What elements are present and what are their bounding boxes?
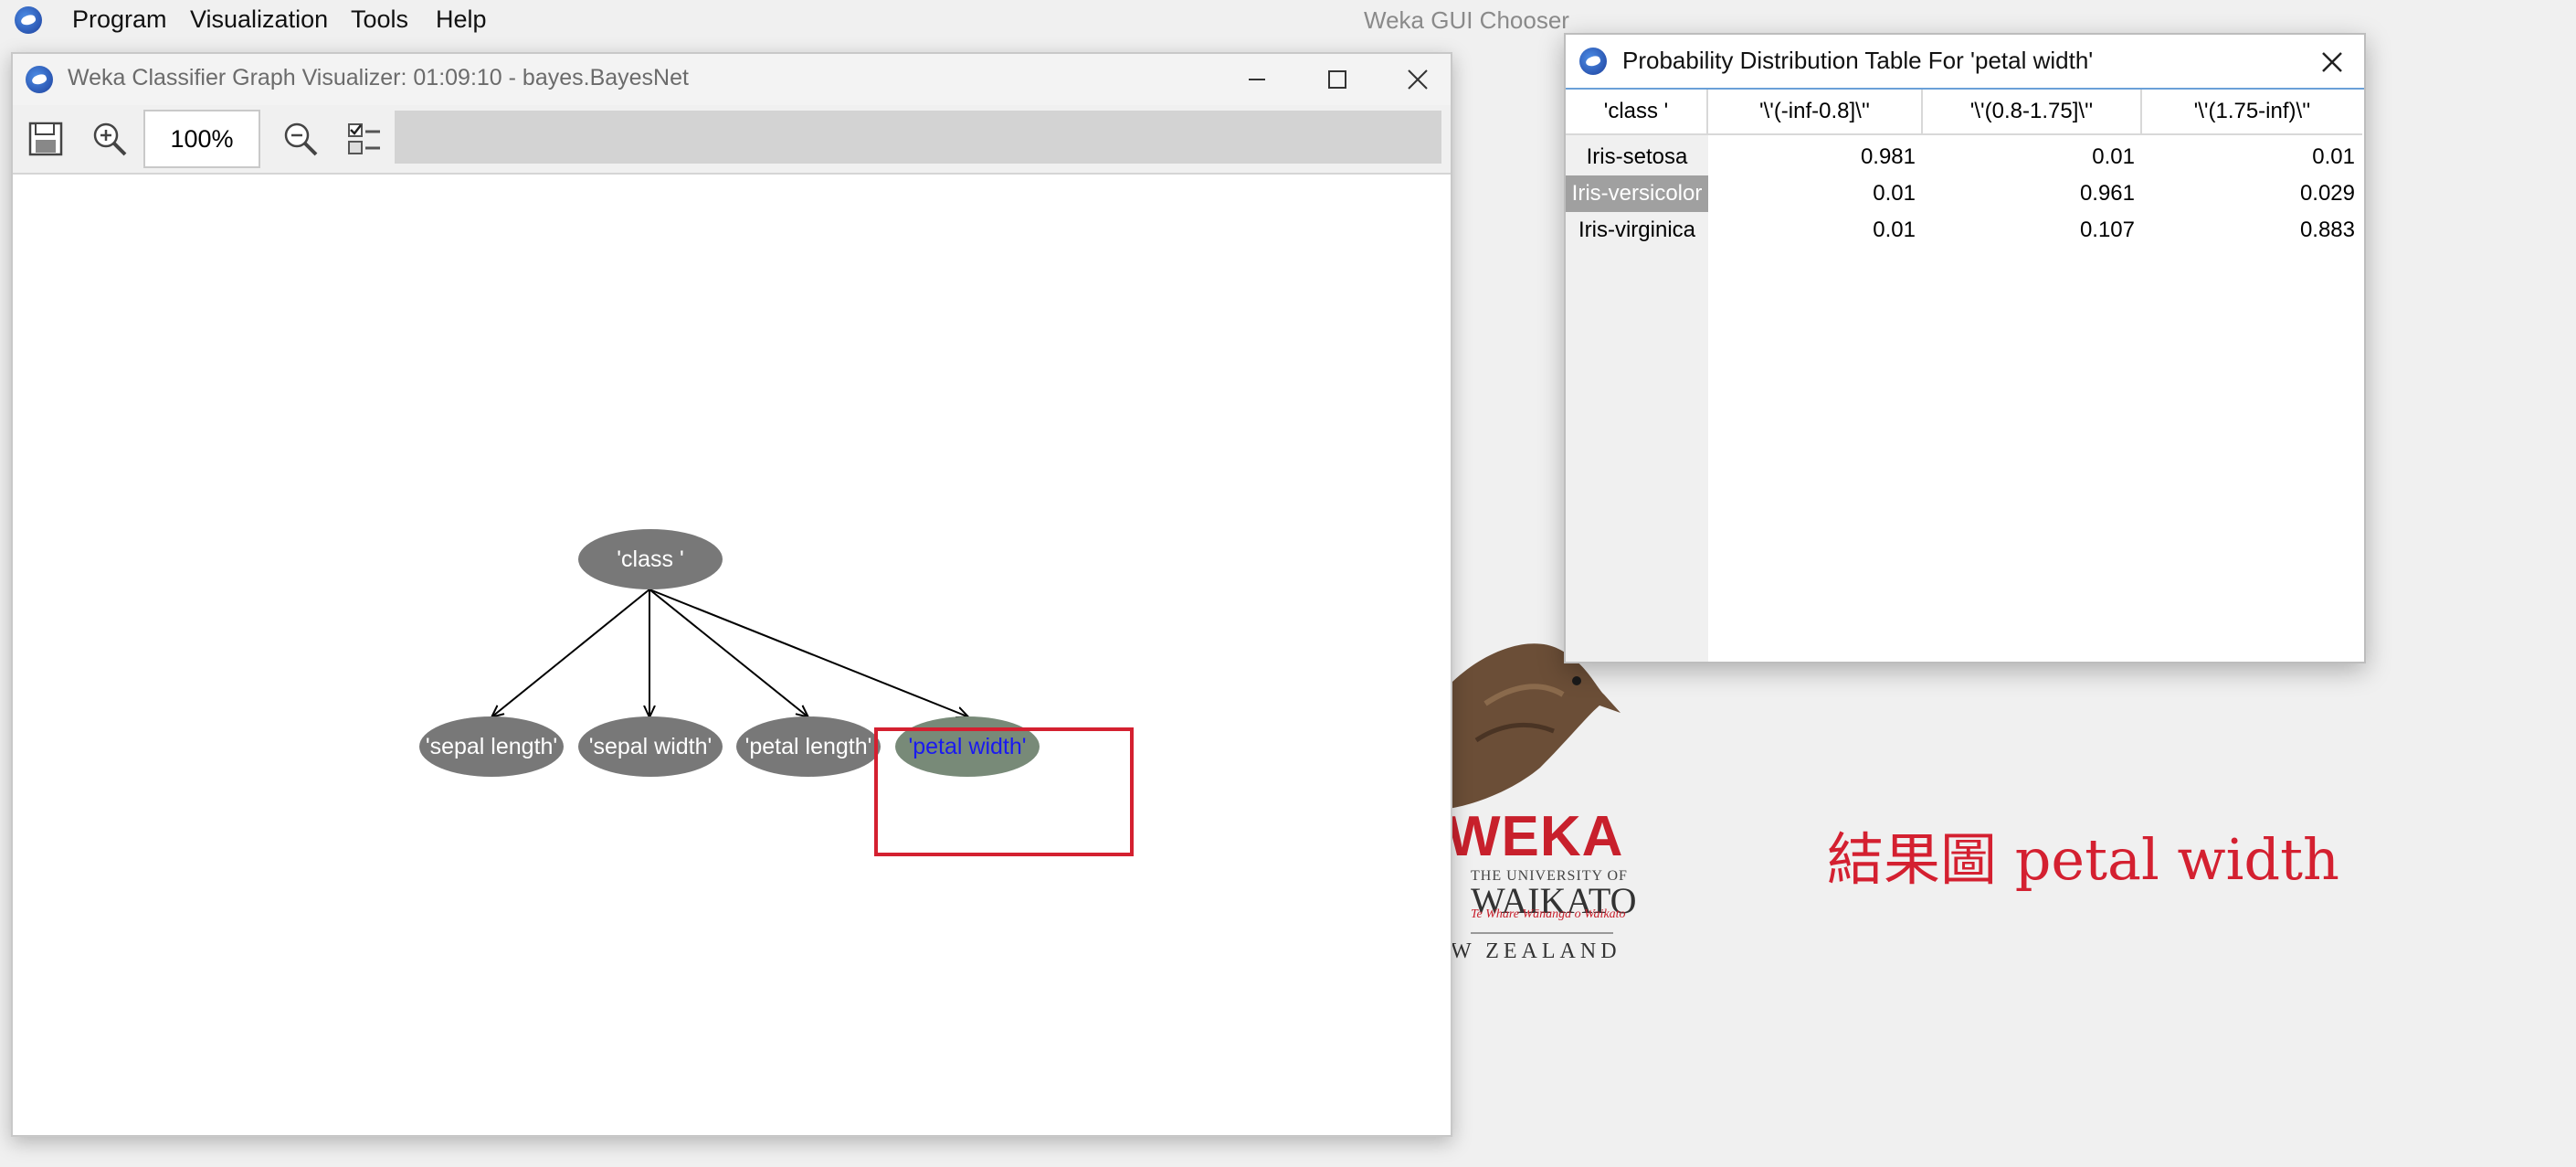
weka-window-icon <box>26 66 53 93</box>
graph-visualizer-window: Weka Classifier Graph Visualizer: 01:09:… <box>11 52 1452 1137</box>
zoom-in-icon <box>93 122 127 156</box>
zoom-out-button[interactable] <box>277 114 324 164</box>
row-header-setosa[interactable]: Iris-setosa <box>1566 139 1708 175</box>
prob-window-title: Probability Distribution Table For 'peta… <box>1622 47 2094 74</box>
maximize-button[interactable] <box>1310 59 1365 100</box>
graph-edges <box>13 589 1451 1133</box>
minimize-button[interactable] <box>1230 59 1284 100</box>
table-header-bin-1[interactable]: '\'(-inf-0.8]\'' <box>1708 90 1923 135</box>
table-cell[interactable]: 0.961 <box>1923 175 2142 212</box>
menu-tools[interactable]: Tools <box>351 5 408 34</box>
prob-close-button[interactable] <box>2309 42 2355 82</box>
motto-text: Te Whare Wānanga o Waikato <box>1471 907 1626 921</box>
layout-options-icon <box>348 123 380 154</box>
graph-toolbar: 100% <box>13 105 1451 175</box>
prob-window-titlebar[interactable]: Probability Distribution Table For 'peta… <box>1566 35 2364 88</box>
toolbar-spacer <box>395 111 1441 164</box>
table-cell[interactable]: 0.01 <box>2142 139 2362 175</box>
table-header-bin-3[interactable]: '\'(1.75-inf)\'' <box>2142 90 2362 135</box>
layout-options-button[interactable] <box>342 114 389 164</box>
graph-window-titlebar[interactable]: Weka Classifier Graph Visualizer: 01:09:… <box>13 54 1451 105</box>
chooser-window-title: Weka GUI Chooser <box>1364 6 1569 34</box>
probability-table-window: Probability Distribution Table For 'peta… <box>1564 33 2366 663</box>
logo-divider <box>1471 932 1613 934</box>
node-class[interactable]: 'class ' <box>578 529 723 589</box>
edge-class-sepal-length <box>492 589 650 716</box>
close-icon <box>1408 69 1428 90</box>
row-header-virginica[interactable]: Iris-virginica <box>1566 212 1708 249</box>
save-button[interactable] <box>22 114 69 164</box>
table-header-class[interactable]: 'class ' <box>1566 90 1708 135</box>
node-sepal-width[interactable]: 'sepal width' <box>578 716 723 777</box>
country-text: W ZEALAND <box>1451 939 1621 963</box>
menu-visualization[interactable]: Visualization <box>190 5 328 34</box>
table-cell[interactable]: 0.01 <box>1708 212 1923 249</box>
probability-table: 'class ' '\'(-inf-0.8]\'' '\'(0.8-1.75]\… <box>1566 90 2364 662</box>
zoom-out-icon <box>284 122 318 156</box>
table-header-bin-2[interactable]: '\'(0.8-1.75]\'' <box>1923 90 2142 135</box>
edge-class-petal-width <box>649 589 967 716</box>
table-cell[interactable]: 0.01 <box>1708 175 1923 212</box>
table-cell[interactable]: 0.883 <box>2142 212 2362 249</box>
edge-class-petal-length <box>649 589 808 716</box>
maximize-icon <box>1328 70 1346 89</box>
menu-help[interactable]: Help <box>436 5 487 34</box>
table-cell[interactable]: 0.029 <box>2142 175 2362 212</box>
node-sepal-length[interactable]: 'sepal length' <box>419 716 564 777</box>
weka-window-icon <box>1579 48 1607 75</box>
row-header-versicolor[interactable]: Iris-versicolor <box>1566 175 1708 212</box>
node-petal-length[interactable]: 'petal length' <box>736 716 881 777</box>
weka-app-icon <box>15 6 42 34</box>
graph-window-title: Weka Classifier Graph Visualizer: 01:09:… <box>68 65 689 90</box>
close-icon <box>2322 52 2342 72</box>
weka-logo-text: WEKA <box>1447 805 1624 868</box>
close-button[interactable] <box>1390 59 1445 100</box>
annotation-text: 結果圖 petal width <box>1827 826 2339 893</box>
table-cell[interactable]: 0.981 <box>1708 139 1923 175</box>
graph-canvas[interactable]: 'class ' 'sepal length' 'sepal width' 'p… <box>13 175 1451 1133</box>
zoom-in-button[interactable] <box>86 114 133 164</box>
menu-program[interactable]: Program <box>72 5 167 34</box>
highlight-annotation-box <box>874 727 1134 856</box>
minimize-icon <box>1249 79 1265 80</box>
table-cell[interactable]: 0.01 <box>1923 139 2142 175</box>
zoom-level-field[interactable]: 100% <box>143 110 260 168</box>
table-cell[interactable]: 0.107 <box>1923 212 2142 249</box>
save-icon <box>28 122 63 156</box>
